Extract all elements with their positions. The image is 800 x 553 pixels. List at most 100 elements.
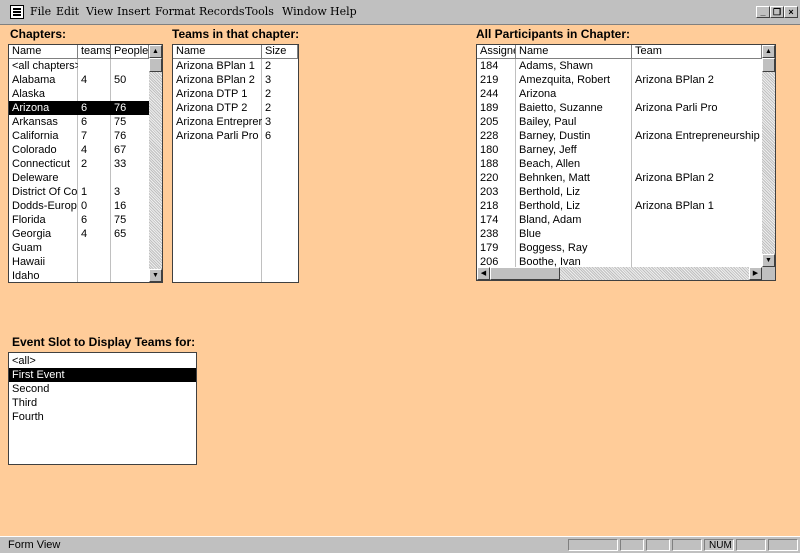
participant-row-cell [632,227,762,241]
event-slot-option[interactable]: First Event [9,368,196,382]
team-row[interactable]: Arizona BPlan 1 2 [173,59,298,73]
chapter-row[interactable]: Alabama 4 50 [9,73,149,87]
participants-vscrollbar[interactable]: ▲ ▼ [762,45,775,267]
teams-label: Teams in that chapter: [172,27,300,41]
teams-header-name[interactable]: Name [173,45,262,59]
chapter-row-cell: 6 [81,102,88,114]
chapter-row[interactable]: <all chapters> [9,59,149,73]
minimize-button[interactable]: _ [756,6,770,18]
chapter-row[interactable]: Guam [9,241,149,255]
chapter-row[interactable]: Arkansas 6 75 [9,115,149,129]
event-slot-option[interactable]: Fourth [9,410,196,424]
chapter-row[interactable]: Alaska [9,87,149,101]
participants-header-team[interactable]: Team [632,45,762,59]
scroll-down-icon[interactable]: ▼ [762,254,775,267]
chapter-row[interactable]: District Of Co 1 3 [9,185,149,199]
menu-file[interactable]: File [30,5,51,18]
chapter-row-cell: District Of Co [12,186,78,198]
participant-row[interactable]: 188 Beach, Allen [477,157,762,171]
chapter-row-cell: Georgia [12,228,52,240]
event-slot-option[interactable]: Third [9,396,196,410]
menu-help[interactable]: Help [330,5,357,18]
chapters-label: Chapters: [10,27,67,41]
scroll-right-icon[interactable]: ▶ [749,267,762,280]
participant-row[interactable]: 244 Arizona [477,87,762,101]
participant-row-cell: 203 [480,186,499,198]
teams-list[interactable]: Name Size Arizona BPlan 1 2 Arizona BPlan … [172,44,299,283]
menu-edit[interactable]: Edit [56,5,79,18]
participant-row[interactable]: 205 Bailey, Paul [477,115,762,129]
chapter-row[interactable]: Georgia 4 65 [9,227,149,241]
chapter-row-cell: <all chapters> [12,60,78,72]
participant-row[interactable]: 238 Blue [477,227,762,241]
participant-row[interactable]: 184 Adams, Shawn [477,59,762,73]
event-slot-list[interactable]: <all> First Event Second Third Fourth [8,352,197,465]
team-row[interactable]: Arizona BPlan 2 3 [173,73,298,87]
scroll-left-icon[interactable]: ◀ [477,267,490,280]
participant-row[interactable]: 180 Barney, Jeff [477,143,762,157]
chapter-row[interactable]: Dodds-Europ 0 16 [9,199,149,213]
participants-header-assigned[interactable]: Assigne [477,45,516,59]
event-slot-option[interactable]: Second [9,382,196,396]
menu-records[interactable]: Records [199,5,245,18]
participants-header-name[interactable]: Name [516,45,632,59]
team-row[interactable]: Arizona DTP 2 2 [173,101,298,115]
participant-row[interactable]: 179 Boggess, Ray [477,241,762,255]
scroll-up-icon[interactable]: ▲ [762,45,775,58]
chapter-row[interactable]: Connecticut 2 33 [9,157,149,171]
chapter-row[interactable]: Deleware [9,171,149,185]
chapter-row-cell: 16 [114,200,127,212]
chapter-row[interactable]: Arizona 6 76 [9,101,149,115]
chapter-row-cell [111,171,149,185]
menu-insert[interactable]: Insert [117,5,150,18]
team-row[interactable]: Arizona Parli Pro 6 [173,129,298,143]
scroll-thumb[interactable] [149,58,162,72]
scroll-up-icon[interactable]: ▲ [149,45,162,58]
scroll-down-icon[interactable]: ▼ [149,269,162,282]
chapter-row-cell: 67 [114,144,127,156]
chapter-row-cell [111,255,149,269]
chapters-header-people[interactable]: People [111,45,149,59]
event-slot-option[interactable]: <all> [9,354,196,368]
participant-row-cell [632,241,762,255]
chapters-scrollbar[interactable]: ▲ ▼ [149,45,162,282]
chapter-row-cell: Alaska [12,88,46,100]
participant-row[interactable]: 228 Barney, Dustin Arizona Entrepreneurshi… [477,129,762,143]
participant-row[interactable]: 218 Berthold, Liz Arizona BPlan 1 [477,199,762,213]
participant-row-cell: Arizona [519,88,557,100]
chapter-row-cell: 0 [81,200,88,212]
participant-row[interactable]: 189 Baietto, Suzanne Arizona Parli Pro [477,101,762,115]
team-row[interactable]: Arizona Entreprer 3 [173,115,298,129]
close-button[interactable]: × [784,6,798,18]
chapter-row[interactable]: Colorado 4 67 [9,143,149,157]
restore-button[interactable]: ❐ [770,6,784,18]
chapter-row[interactable]: Florida 6 75 [9,213,149,227]
menu-window[interactable]: Window [282,5,327,18]
chapter-row[interactable]: California 7 76 [9,129,149,143]
participant-row[interactable]: 219 Amezquita, Robert Arizona BPlan 2 [477,73,762,87]
chapter-row[interactable]: Idaho [9,269,149,282]
participants-hscrollbar[interactable]: ◀ ▶ [477,267,762,280]
scroll-thumb[interactable] [490,267,560,280]
participant-row-cell: Berthold, Liz [519,186,581,198]
participant-row[interactable]: 174 Bland, Adam [477,213,762,227]
chapter-row-cell: 4 [81,144,88,156]
chapter-row[interactable]: Hawaii [9,255,149,269]
participants-list[interactable]: Assigne Name Team 184 Adams, Shawn 219 Amez… [476,44,776,281]
participant-row-cell: 184 [480,60,499,72]
chapters-list[interactable]: Name teams People <all chapters> Alabama 4… [8,44,163,283]
teams-header-size[interactable]: Size [262,45,298,59]
menu-format[interactable]: Format [155,5,195,18]
chapters-header-teams[interactable]: teams [78,45,111,59]
participant-row[interactable]: 203 Berthold, Liz [477,185,762,199]
menu-view[interactable]: View [86,5,113,18]
chapter-row-cell: Idaho [12,270,40,282]
app-icon[interactable] [10,5,24,19]
team-row[interactable]: Arizona DTP 1 2 [173,87,298,101]
participant-row-cell: Amezquita, Robert [519,74,611,86]
scroll-thumb[interactable] [762,58,775,72]
participant-row-cell: Bland, Adam [519,214,582,226]
participant-row[interactable]: 220 Behnken, Matt Arizona BPlan 2 [477,171,762,185]
chapters-header-name[interactable]: Name [9,45,78,59]
menu-tools[interactable]: Tools [245,5,274,18]
